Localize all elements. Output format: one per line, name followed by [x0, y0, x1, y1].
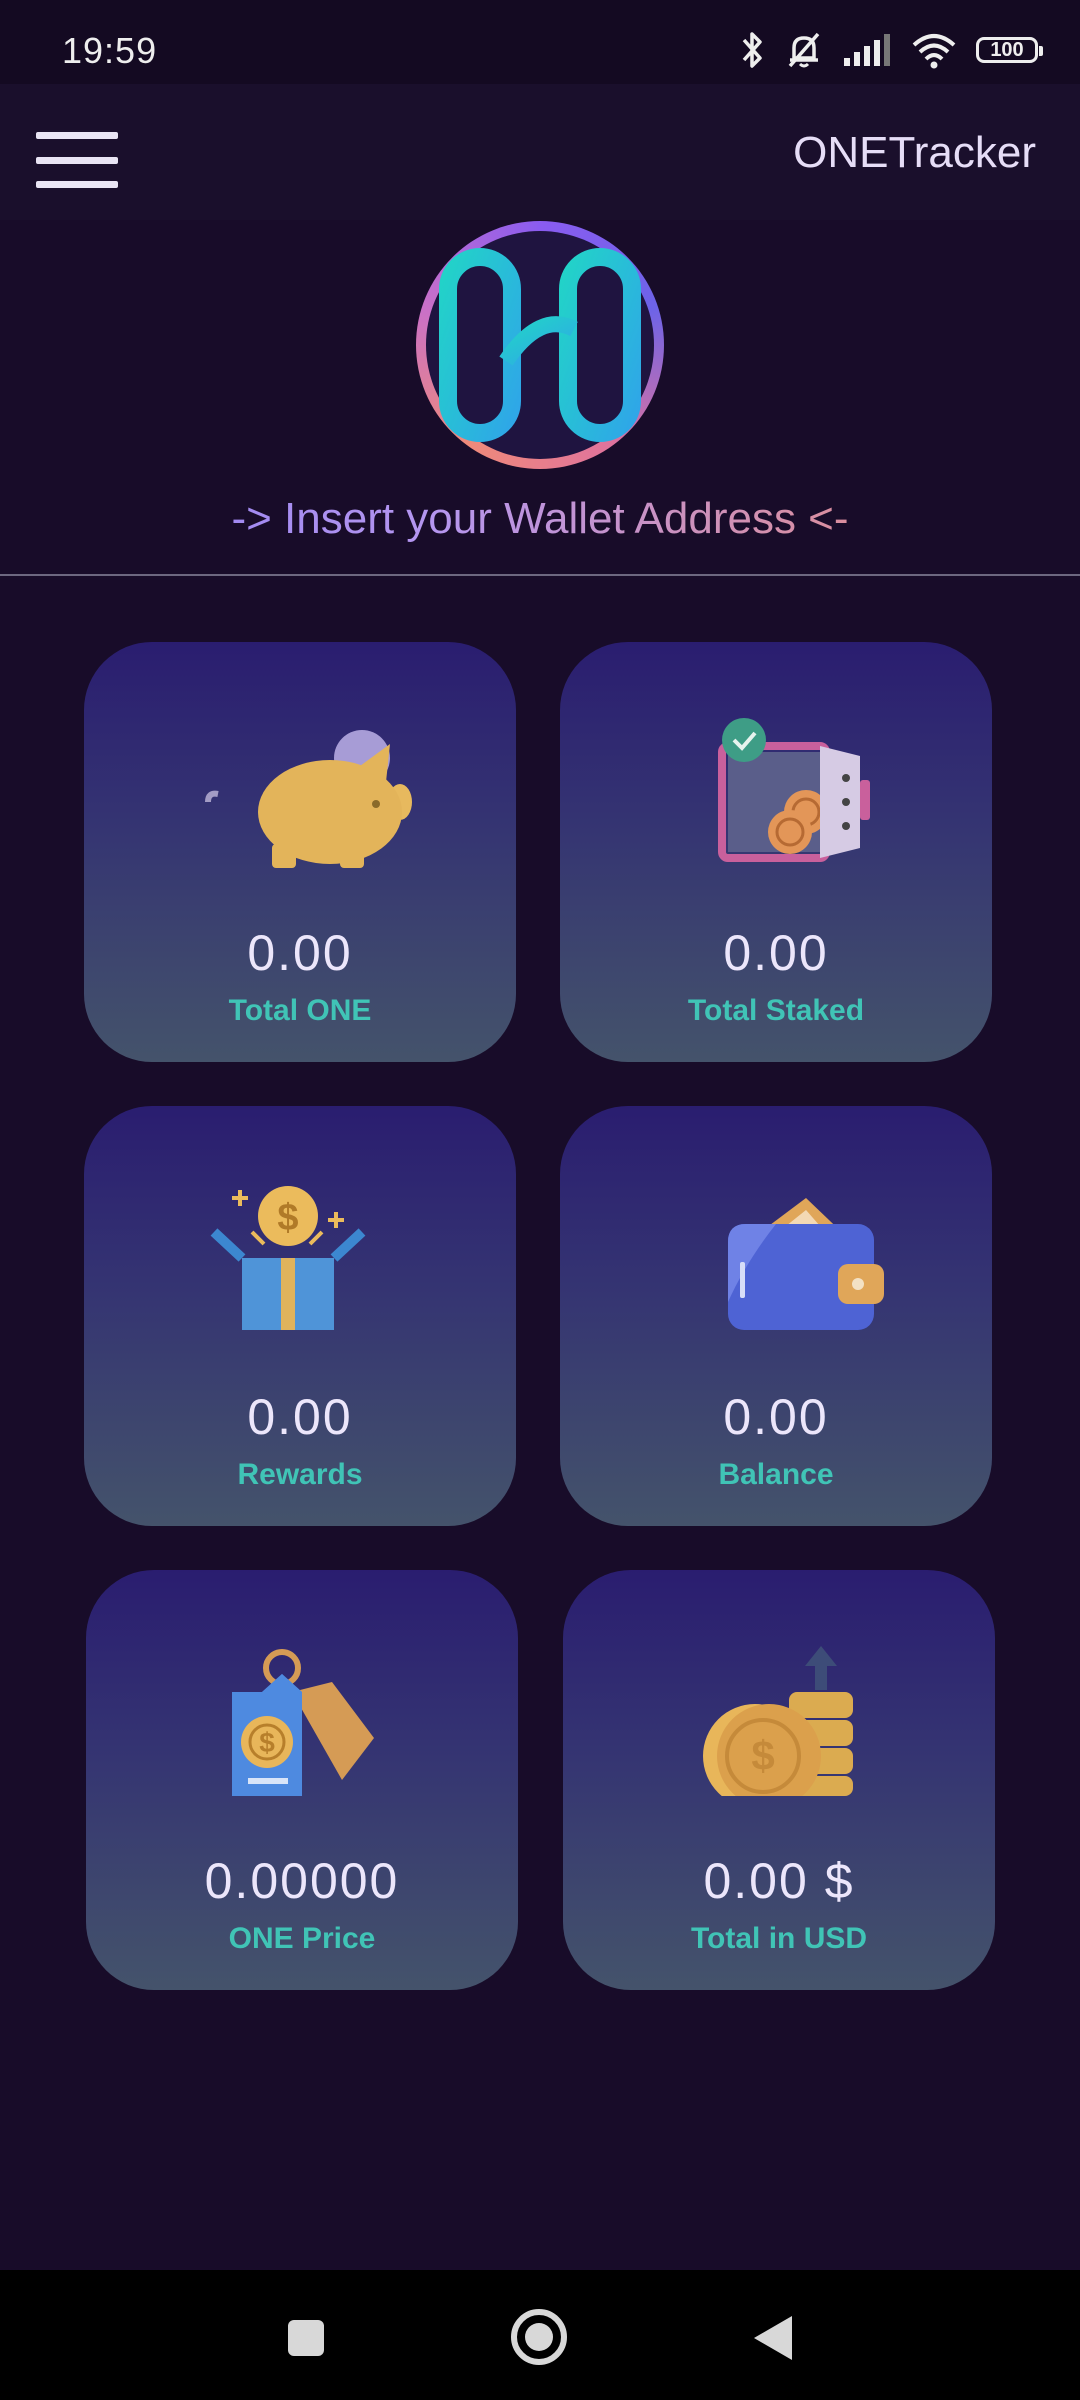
app-bar: ONETracker: [0, 84, 1080, 220]
back-button[interactable]: [752, 2314, 794, 2362]
status-bar: 19:59 100: [0, 0, 1080, 84]
bluetooth-icon: [742, 32, 762, 68]
signal-icon: [844, 34, 890, 66]
rewards-value: 0.00: [247, 1389, 353, 1445]
harmony-one-logo: [416, 221, 664, 469]
recents-button[interactable]: [286, 2318, 326, 2358]
system-nav-bar: [0, 2270, 1080, 2400]
coins-icon: $: [703, 1646, 853, 1796]
card-total-staked[interactable]: 0.00 Total Staked: [560, 642, 992, 1062]
one-price-label: ONE Price: [228, 1922, 376, 1955]
bell-off-icon: [788, 32, 820, 68]
card-one-price[interactable]: $ 0.00000 ONE Price: [86, 1570, 518, 1990]
price-tag-icon: $: [232, 1649, 374, 1796]
card-total-one[interactable]: 0.00 Total ONE: [84, 642, 516, 1062]
app-title: ONETracker: [793, 128, 1036, 177]
svg-text:$: $: [259, 1727, 275, 1758]
safe-icon: [718, 718, 870, 862]
total-one-label: Total ONE: [228, 994, 372, 1027]
total-one-value: 0.00: [247, 925, 353, 981]
wallet-icon: [728, 1198, 884, 1330]
total-staked-label: Total Staked: [687, 994, 865, 1027]
status-icons: 100: [740, 30, 1043, 70]
card-balance[interactable]: 0.00 Balance: [560, 1106, 992, 1526]
svg-text:$: $: [277, 1197, 298, 1239]
balance-value: 0.00: [723, 1389, 829, 1445]
total-usd-value: 0.00 $: [703, 1853, 855, 1909]
rewards-label: Rewards: [237, 1458, 363, 1491]
battery-icon: 100: [976, 37, 1043, 63]
home-button[interactable]: [510, 2308, 568, 2366]
one-price-value: 0.00000: [204, 1853, 400, 1909]
total-staked-value: 0.00: [723, 925, 829, 981]
total-usd-label: Total in USD: [690, 1922, 868, 1955]
piggy-bank-icon: [205, 730, 412, 868]
card-rewards[interactable]: $ 0.00 Rewards: [84, 1106, 516, 1526]
hamburger-menu-icon[interactable]: [36, 132, 118, 188]
divider: [0, 574, 1080, 576]
svg-text:$: $: [751, 1732, 774, 1779]
wifi-icon: [912, 34, 956, 69]
status-time: 19:59: [62, 30, 158, 71]
balance-label: Balance: [718, 1458, 834, 1491]
wallet-address-prompt[interactable]: -> Insert your Wallet Address <-: [0, 494, 1080, 544]
gift-box-icon: $: [210, 1186, 366, 1330]
card-total-usd[interactable]: $ 0.00 $ Total in USD: [563, 1570, 995, 1990]
